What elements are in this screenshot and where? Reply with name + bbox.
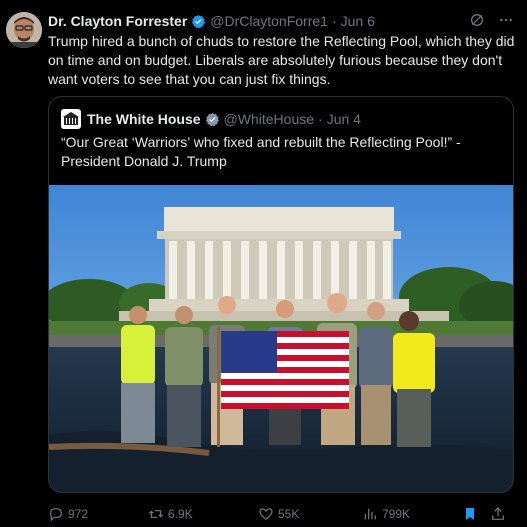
grok-icon[interactable] <box>469 12 485 31</box>
more-icon[interactable] <box>497 12 515 31</box>
views-icon <box>362 506 378 522</box>
quote-author-name[interactable]: The White House <box>87 111 201 127</box>
reply-icon <box>48 506 64 522</box>
repost-button[interactable]: 6.9K <box>148 506 258 522</box>
share-icon <box>490 506 506 522</box>
tweet-actions: 972 6.9K 55K 799K <box>48 505 516 523</box>
reply-button[interactable]: 972 <box>48 506 148 522</box>
share-button[interactable] <box>490 506 510 522</box>
views-button[interactable]: 799K <box>362 506 462 522</box>
white-house-logo-icon <box>61 109 81 129</box>
quote-header: The White House @WhiteHouse · Jun 4 <box>61 109 361 129</box>
separator-dot: · <box>318 111 323 127</box>
author-handle[interactable]: @DrClaytonForre1 <box>210 13 328 29</box>
quoted-tweet[interactable]: The White House @WhiteHouse · Jun 4 “Our… <box>48 96 514 493</box>
repost-icon <box>148 506 164 522</box>
like-count: 55K <box>278 507 300 521</box>
bookmark-icon <box>462 506 478 522</box>
separator-dot: · <box>331 13 337 29</box>
repost-count: 6.9K <box>168 507 193 521</box>
quote-date[interactable]: Jun 4 <box>327 111 361 127</box>
reflecting-pool-photo[interactable] <box>49 185 514 493</box>
author-avatar[interactable] <box>6 12 42 48</box>
verified-icon <box>205 112 220 127</box>
like-button[interactable]: 55K <box>258 506 362 522</box>
author-name[interactable]: Dr. Clayton Forrester <box>48 13 187 29</box>
quote-author-handle[interactable]: @WhiteHouse <box>224 111 314 127</box>
us-flag-icon <box>221 331 349 409</box>
quote-text: “Our Great ‘Warriors’ who fixed and rebu… <box>61 134 461 169</box>
tweet-date[interactable]: Jun 6 <box>341 13 375 29</box>
verified-icon <box>191 14 206 29</box>
like-icon <box>258 506 274 522</box>
views-count: 799K <box>382 507 411 521</box>
reply-count: 972 <box>68 507 89 521</box>
bookmark-button[interactable] <box>462 506 490 522</box>
tweet-header: Dr. Clayton Forrester @DrClaytonForre1 ·… <box>48 12 515 30</box>
tweet-text: Trump hired a bunch of chuds to restore … <box>48 33 515 87</box>
